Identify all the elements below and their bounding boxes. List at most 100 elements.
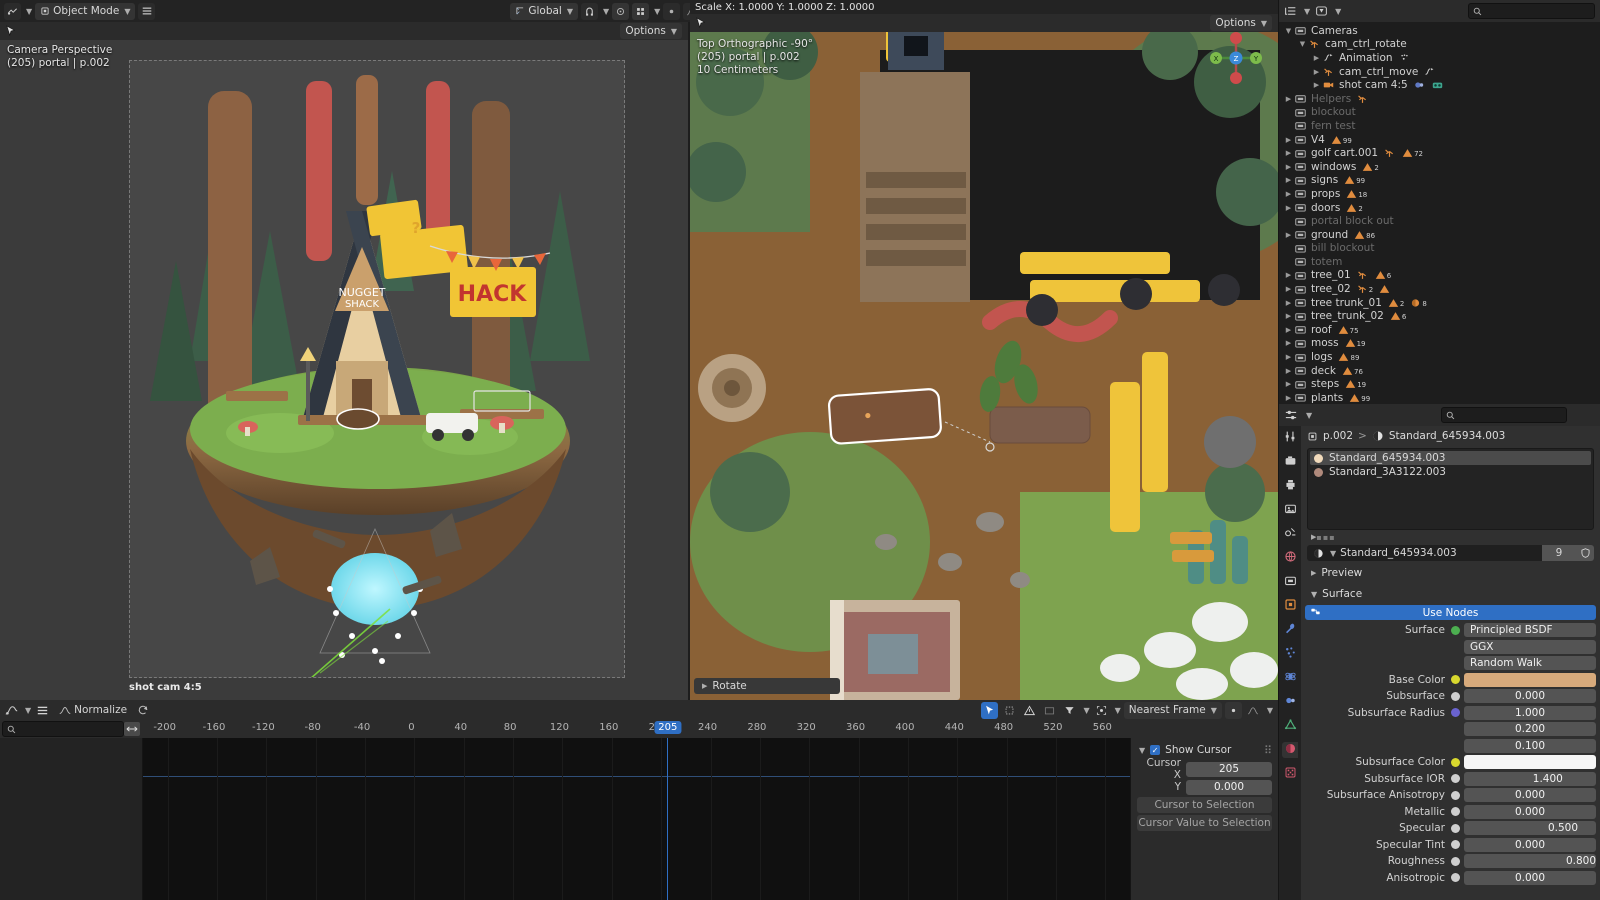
disclosure-triangle-icon[interactable]: ▼ [1283,27,1294,35]
cursor-x-value[interactable]: 205 [1186,762,1272,777]
output-tab[interactable] [1282,478,1298,494]
material-name-field[interactable]: ▼ Standard_645934.003 [1307,545,1542,561]
graph-editor-filters[interactable]: ▼ ▼ Nearest Frame ▼ ▼ [981,702,1273,719]
outliner-row[interactable]: fern test [1279,119,1600,133]
transform-orientation-selector[interactable]: Global ▼ [510,3,578,20]
surface-property-row[interactable]: Subsurface IOR1.400 [1301,771,1600,788]
outliner-search-field[interactable] [1485,6,1590,17]
disclosure-triangle-icon[interactable]: ▶ [1283,176,1294,184]
material-users-count[interactable]: 9 [1542,545,1576,561]
collection-tab[interactable] [1282,574,1298,590]
properties-content[interactable]: p.002 > Standard_645934.003 Standard_645… [1301,426,1600,900]
show-cursor-checkbox[interactable]: ✓ [1150,745,1160,755]
filter-chevron-down-icon[interactable]: ▼ [1083,706,1089,715]
navigation-gizmo[interactable]: X Y Z [1208,30,1264,86]
use-nodes-button[interactable]: Use Nodes [1305,605,1596,620]
outliner-tree[interactable]: ▼Cameras▼cam_ctrl_rotate▶Animation▶cam_c… [1279,22,1600,404]
filter-funnel-icon[interactable] [1061,702,1078,719]
properties-search-input[interactable] [1441,407,1567,423]
disclosure-triangle-icon[interactable]: ▶ [1283,394,1294,402]
disclosure-triangle-icon[interactable]: ▶ [1283,204,1294,212]
options-chevron-down-icon[interactable]: ▼ [1261,19,1267,28]
surface-property-row[interactable]: Anisotropic0.000 [1301,870,1600,887]
material-id-block[interactable]: ▼ Standard_645934.003 9 [1307,545,1594,561]
outliner-row[interactable]: ▶tree_trunk_026 [1279,309,1600,323]
particles-tab[interactable] [1282,646,1298,662]
snap-chevron-down-icon[interactable]: ▼ [1211,706,1217,715]
filter-text-icon[interactable] [1041,702,1058,719]
timeline-ruler[interactable]: -200-160-120-80-400408012016020024028032… [140,720,1278,738]
cursor-y-value[interactable]: 0.000 [1186,780,1272,795]
property-slider[interactable]: 0.100 [1464,739,1596,753]
surface-property-row[interactable]: Roughness0.800 [1301,853,1600,870]
editor-type-chevron-down-icon[interactable]: ▼ [26,7,32,16]
disclosure-triangle-icon[interactable]: ▶ [1283,190,1294,198]
graph-editor[interactable]: ▼ Normalize [0,700,1278,900]
outliner-row[interactable]: ▶tree_016 [1279,269,1600,283]
surface-property-row[interactable]: 0.200 [1301,721,1600,738]
material-slot-list-footer[interactable]: ▶ ▪▪▪ [1309,531,1592,543]
normalize-toggle[interactable]: Normalize [54,702,132,719]
hamburger-menu-icon[interactable] [36,705,49,716]
disclosure-triangle-icon[interactable]: ▶ [1283,367,1294,375]
channel-search-field[interactable] [19,724,119,735]
disclosure-triangle-icon[interactable]: ▶ [1283,380,1294,388]
snap-chevron-down-icon[interactable]: ▼ [603,7,609,16]
disclosure-triangle-icon[interactable]: ▶ [1311,68,1322,76]
node-socket-icon[interactable] [1451,675,1460,684]
cursor-y-row[interactable]: Y 0.000 [1137,779,1272,795]
graph-editor-subheader[interactable]: -200-160-120-80-400408012016020024028032… [0,720,1278,738]
outliner-row[interactable]: ▼Cameras [1279,24,1600,38]
cursor-x-row[interactable]: Cursor X 205 [1137,761,1272,777]
properties-search-field[interactable] [1458,410,1562,421]
outliner-row[interactable]: ▶tree_022 [1279,282,1600,296]
property-slider[interactable]: 0.000 [1464,871,1596,885]
outliner-row[interactable]: ▶logs89 [1279,350,1600,364]
properties-header[interactable]: ▼ [1279,404,1600,426]
falloff-chevron-down-icon[interactable]: ▼ [1267,706,1273,715]
graph-editor-side-panel[interactable]: ▼ ✓ Show Cursor ⠿ Cursor X 205 Y 0.000 C… [1130,738,1278,900]
playhead[interactable]: 205 [667,738,668,900]
outliner-row[interactable]: totem [1279,255,1600,269]
options-chevron-down-icon[interactable]: ▼ [671,27,677,36]
outliner-editor[interactable]: ▼ ▼ ▼Cameras▼cam_ctrl_rotate▶Animation▶c… [1278,0,1600,404]
disclosure-triangle-icon[interactable]: ▶ [1283,339,1294,347]
current-frame-badge[interactable]: 205 [654,721,681,734]
channel-search-input[interactable] [2,721,124,737]
disclosure-triangle-icon[interactable]: ▶ [1311,81,1322,89]
outliner-row[interactable]: ▼cam_ctrl_rotate [1279,38,1600,52]
property-slider[interactable]: 0.500 [1464,821,1596,835]
falloff-curve-icon[interactable] [1245,702,1262,719]
surface-panel-header[interactable]: ▼ Surface [1301,585,1600,603]
outliner-row[interactable]: ▶signs99 [1279,174,1600,188]
outliner-row[interactable]: portal block out [1279,214,1600,228]
animation-channel-list[interactable] [0,738,143,900]
grip-handle-icon[interactable]: ▪▪▪ [1316,533,1335,542]
viewport-tool-header[interactable]: Options ▼ [0,22,688,40]
constraint-tab[interactable] [1282,694,1298,710]
viewport-top-canvas[interactable] [690,22,1278,700]
graph-curve-area[interactable]: 205 [143,738,1278,900]
object-tab[interactable] [1282,598,1298,614]
surface-property-row[interactable]: Base Color [1301,672,1600,689]
properties-editor[interactable]: ▼ p.002 > Standard_645934.003 [1278,404,1600,900]
filter-chevron-down-icon[interactable]: ▼ [1335,7,1341,16]
scene-tab[interactable] [1282,526,1298,542]
refresh-icon[interactable] [137,704,149,716]
data-tab[interactable] [1282,718,1298,734]
node-socket-icon[interactable] [1451,708,1460,717]
viewport-top-tool-header[interactable]: Options ▼ [690,14,1278,32]
disclosure-triangle-icon[interactable]: ▶ [1283,353,1294,361]
outliner-row[interactable]: ▶golf cart.00172 [1279,146,1600,160]
surface-property-row[interactable]: Random Walk [1301,655,1600,672]
hamburger-menu-icon[interactable] [138,3,155,20]
node-socket-icon[interactable] [1451,758,1460,767]
material-browse-chevron-down-icon[interactable]: ▼ [1330,549,1336,558]
outliner-row[interactable]: ▶ground86 [1279,228,1600,242]
outliner-row[interactable]: ▶Animation [1279,51,1600,65]
surface-property-row[interactable]: SurfacePrincipled BSDF [1301,622,1600,639]
outliner-row[interactable]: ▶tree trunk_0128 [1279,296,1600,310]
snapping-mode-selector[interactable]: Nearest Frame ▼ [1124,702,1222,719]
snap-dots-icon[interactable] [632,3,649,20]
surface-property-row[interactable]: Subsurface Radius1.000 [1301,705,1600,722]
